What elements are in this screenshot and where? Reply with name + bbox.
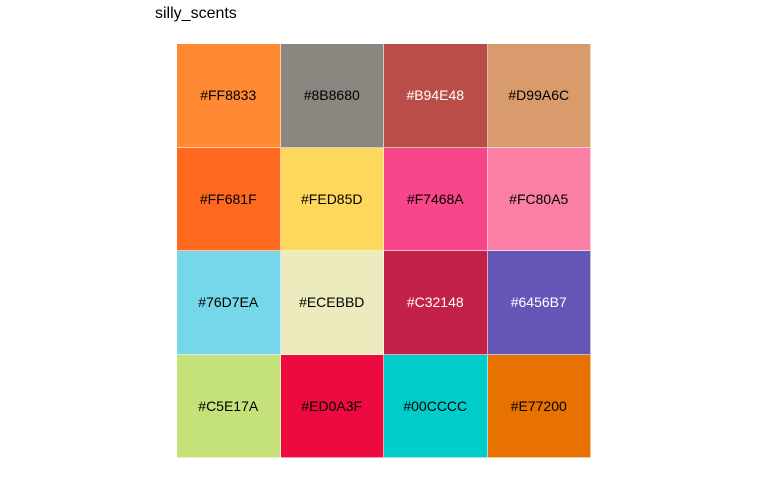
color-swatch: #6456B7: [487, 251, 591, 355]
color-swatch: #C32148: [384, 251, 488, 355]
swatch-hex-label: #D99A6C: [508, 87, 570, 104]
color-swatch: #FF681F: [177, 147, 281, 251]
swatch-hex-label: #FF8833: [200, 87, 257, 104]
swatch-hex-label: #C5E17A: [198, 397, 259, 414]
color-swatch: #D99A6C: [487, 44, 591, 148]
color-swatch: #B94E48: [384, 44, 488, 148]
swatch-hex-label: #C32148: [406, 294, 464, 311]
color-swatch: #FF8833: [177, 44, 281, 148]
color-swatch: #FED85D: [280, 147, 384, 251]
swatch-hex-label: #ECEBBD: [299, 294, 365, 311]
color-swatch: #ECEBBD: [280, 251, 384, 355]
swatch-hex-label: #76D7EA: [198, 294, 259, 311]
swatch-grid: #FF8833 #8B8680 #B94E48 #D99A6C #FF681F #FED8…: [177, 44, 591, 458]
swatch-hex-label: #FED85D: [301, 190, 363, 207]
swatch-hex-label: #E77200: [510, 397, 567, 414]
color-swatch: #76D7EA: [177, 251, 281, 355]
color-swatch: #C5E17A: [177, 354, 281, 458]
swatch-hex-label: #ED0A3F: [301, 397, 363, 414]
swatch-hex-label: #FF681F: [199, 190, 257, 207]
color-swatch: #ED0A3F: [280, 354, 384, 458]
color-swatch: #FC80A5: [487, 147, 591, 251]
swatch-hex-label: #00CCCC: [403, 397, 468, 414]
color-swatch: #00CCCC: [384, 354, 488, 458]
swatch-hex-label: #8B8680: [303, 87, 360, 104]
swatch-hex-label: #F7468A: [406, 190, 464, 207]
swatch-hex-label: #FC80A5: [509, 190, 569, 207]
chart-title: silly_scents: [155, 5, 237, 22]
color-swatch: #8B8680: [280, 44, 384, 148]
color-swatch: #F7468A: [384, 147, 488, 251]
swatch-hex-label: #6456B7: [510, 294, 567, 311]
swatch-hex-label: #B94E48: [406, 87, 465, 104]
color-swatch: #E77200: [487, 354, 591, 458]
